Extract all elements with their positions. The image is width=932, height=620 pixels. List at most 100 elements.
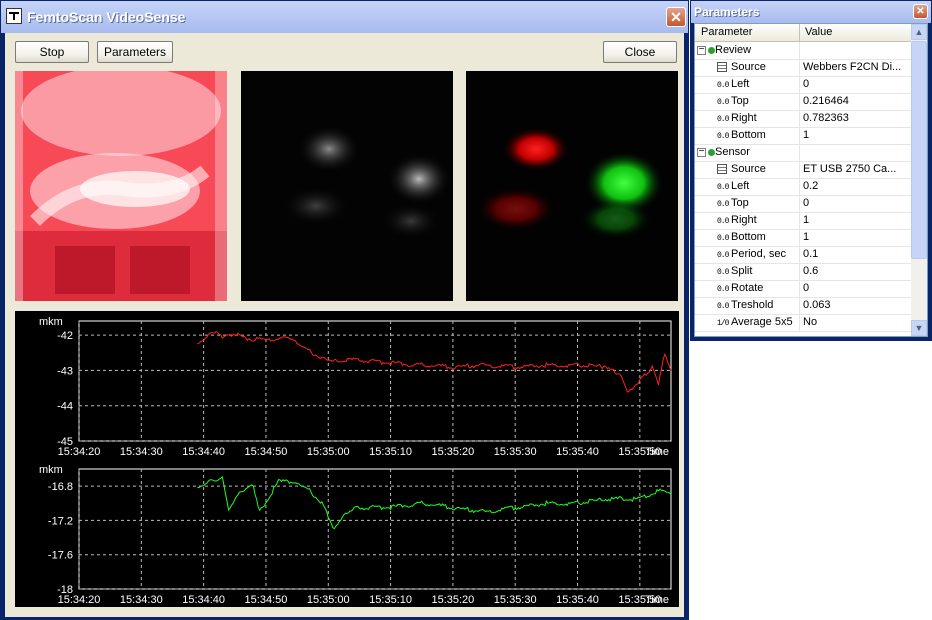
parameter-value[interactable]: 0 [803, 78, 907, 90]
parameters-header: Parameter Value [695, 24, 913, 42]
y-tick-label: -16.8 [48, 481, 73, 493]
x-tick-label: 15:34:20 [58, 446, 101, 458]
collapse-icon[interactable]: − [697, 45, 706, 55]
parameter-row[interactable]: 0.0 Bottom 1 [695, 229, 911, 247]
numeric-icon: 0.0 [717, 115, 729, 124]
parameter-value[interactable]: ET USB 2750 Ca... [803, 163, 907, 175]
scroll-thumb[interactable] [911, 41, 927, 259]
x-tick-label: 15:35:20 [431, 594, 474, 606]
parameter-row[interactable]: 0.0 Top 0 [695, 195, 911, 213]
x-tick-label: 15:35:00 [307, 594, 350, 606]
parameter-row[interactable]: 0.0 Left 0.2 [695, 178, 911, 196]
parameter-row[interactable]: Source Webbers F2CN Di... [695, 59, 911, 77]
graphs-svg: -42-43-44-45mkm15:34:20 15:34:30 15:34:40 1… [39, 316, 672, 606]
parameters-scrollbar[interactable]: ▲ ▼ [911, 24, 927, 336]
parameters-close-icon[interactable]: ✕ [913, 4, 928, 19]
x-tick-label: 15:34:40 [182, 446, 225, 458]
camera-feed-view [15, 71, 227, 301]
parameter-value[interactable]: 1 [803, 129, 907, 141]
scroll-up-icon[interactable]: ▲ [911, 24, 927, 40]
parameter-row[interactable]: 0.0 Left 0 [695, 76, 911, 94]
parameter-value[interactable]: 0.1 [803, 248, 907, 260]
parameter-value[interactable]: 0 [803, 282, 907, 294]
parameter-row[interactable]: 0.0 Period, sec 0.1 [695, 246, 911, 264]
window-title: FemtoScan VideoSense [27, 9, 186, 25]
plot-frame [78, 320, 672, 442]
x-tick-label: 15:35:30 [494, 446, 537, 458]
parameter-value[interactable]: 0.063 [803, 299, 907, 311]
y-unit-label: mkm [39, 316, 63, 328]
numeric-icon: 0.0 [717, 234, 729, 243]
y-tick-label: -44 [57, 401, 73, 413]
parameter-value[interactable]: 0.2 [803, 180, 907, 192]
numeric-icon: 0.0 [717, 285, 729, 294]
x-axis-label: Time [645, 446, 669, 458]
group-dot-icon [708, 47, 715, 54]
x-tick-label: 15:35:10 [369, 594, 412, 606]
x-tick-label: 15:35:20 [431, 446, 474, 458]
stop-button[interactable]: Stop [15, 41, 89, 63]
parameter-row[interactable]: 0.0 Top 0.216464 [695, 93, 911, 111]
numeric-icon: 0.0 [717, 268, 729, 277]
plot-frame [78, 468, 672, 590]
series-line [197, 330, 672, 393]
column-header-parameter[interactable]: Parameter [701, 26, 752, 38]
parameter-value[interactable]: 1 [803, 231, 907, 243]
parameter-value[interactable]: 0.216464 [803, 95, 907, 107]
parameter-value[interactable]: 0.782363 [803, 112, 907, 124]
y-tick-label: -17.2 [48, 515, 73, 527]
numeric-icon: 0.0 [717, 217, 729, 226]
collapse-icon[interactable]: − [697, 147, 706, 157]
parameter-group-row[interactable]: − Sensor [695, 144, 911, 162]
parameter-name: Period, sec [731, 248, 787, 260]
parameter-name: Right [731, 112, 757, 124]
parameters-titlebar[interactable]: Parameters ✕ [691, 1, 931, 23]
scroll-down-icon[interactable]: ▼ [911, 320, 927, 336]
parameter-name: Sensor [715, 146, 750, 158]
numeric-icon: 0.0 [717, 98, 729, 107]
window-close-icon[interactable]: ✕ [666, 7, 686, 27]
parameter-name: Top [731, 95, 749, 107]
boolean-icon: 1/0 [717, 319, 729, 328]
parameter-group-row[interactable]: − Review [695, 42, 911, 60]
parameter-value[interactable]: 1 [803, 214, 907, 226]
x-tick-label: 15:34:50 [245, 446, 288, 458]
source-list-icon [717, 164, 727, 174]
parameter-value[interactable]: 0.6 [803, 265, 907, 277]
parameter-name: Bottom [731, 231, 766, 243]
parameter-name: Left [731, 78, 750, 90]
parameter-row[interactable]: 0.0 Rotate 0 [695, 280, 911, 298]
parameter-value[interactable]: 0 [803, 197, 907, 209]
graphs-panel: -42 -43 -44 -45 mkm 15:34:20 15:34:30 15:34:40 1… [15, 311, 679, 607]
parameters-button[interactable]: Parameters [97, 41, 173, 63]
parameter-row[interactable]: Source ET USB 2750 Ca... [695, 161, 911, 179]
group-dot-icon [708, 149, 715, 156]
x-tick-label: 15:34:30 [120, 446, 163, 458]
close-button[interactable]: Close [603, 41, 677, 63]
numeric-icon: 0.0 [717, 183, 729, 192]
main-titlebar[interactable]: FemtoScan VideoSense ✕ [1, 1, 688, 33]
parameters-title: Parameters [694, 5, 760, 19]
source-list-icon [717, 62, 727, 72]
parameter-name: Top [731, 197, 749, 209]
parameter-row[interactable]: 0.0 Bottom 1 [695, 127, 911, 145]
parameter-name: Rotate [731, 282, 764, 294]
y-unit-label: mkm [39, 464, 63, 476]
parameter-name: Bottom [731, 129, 766, 141]
x-axis-label: Time [645, 594, 669, 606]
x-tick-label: 15:35:40 [556, 594, 599, 606]
grayscale-view [241, 71, 453, 301]
parameter-value[interactable]: Webbers F2CN Di... [803, 61, 907, 73]
x-tick-label: 15:34:40 [182, 594, 225, 606]
parameter-row[interactable]: 1/0 Average 5x5 No [695, 314, 911, 332]
parameter-row[interactable]: 0.0 Treshold 0.063 [695, 297, 911, 315]
parameter-row[interactable]: 0.0 Right 1 [695, 212, 911, 230]
main-client-area: Stop Parameters Close -42 -43 -44 -45 mk… [5, 33, 684, 617]
parameter-row[interactable]: 0.0 Right 0.782363 [695, 110, 911, 128]
y-tick-label: -17.6 [48, 550, 73, 562]
column-header-value[interactable]: Value [805, 26, 832, 38]
parameter-value[interactable]: No [803, 316, 907, 328]
parameters-window: Parameters ✕ Parameter Value − Review Sour… [690, 0, 932, 341]
parameter-row[interactable]: 0.0 Split 0.6 [695, 263, 911, 281]
parameter-name: Source [731, 61, 766, 73]
